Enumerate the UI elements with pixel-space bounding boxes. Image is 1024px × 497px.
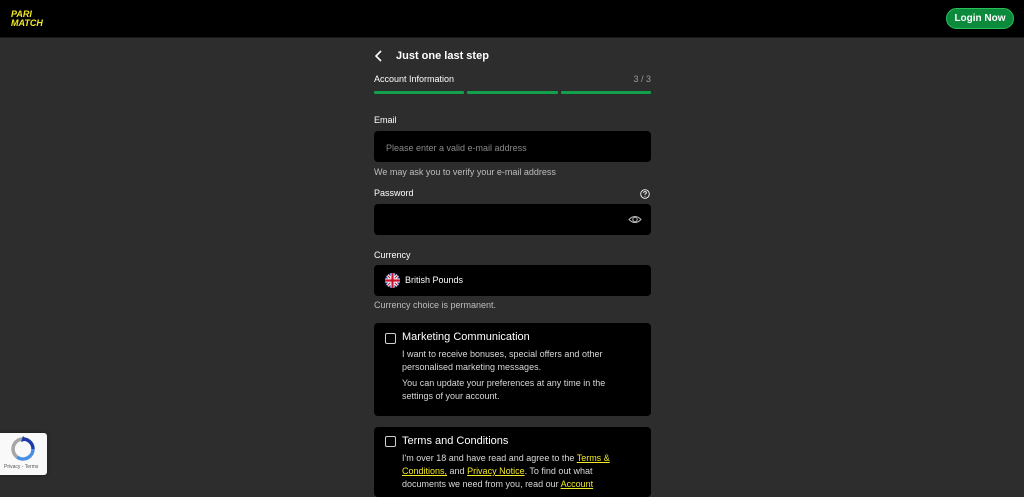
form-header: Just one last step: [374, 49, 651, 63]
progress-bar: [374, 91, 651, 94]
terms-text-pre: I'm over 18 and have read and agree to t…: [402, 453, 577, 463]
account-link[interactable]: Account: [561, 479, 594, 489]
recaptcha-links[interactable]: Privacy - Terms: [4, 464, 38, 470]
uk-flag-icon: [385, 273, 400, 288]
step-indicator: Account Information 3 / 3: [374, 74, 651, 84]
eye-icon[interactable]: [628, 213, 642, 226]
recaptcha-icon: [11, 436, 35, 461]
logo-line2: MATCH: [11, 18, 43, 28]
marketing-text: I want to receive bonuses, special offer…: [402, 349, 603, 372]
email-label: Email: [374, 115, 397, 125]
email-hint: We may ask you to verify your e-mail add…: [374, 167, 556, 177]
marketing-card: Marketing Communication I want to receiv…: [374, 323, 651, 416]
privacy-link[interactable]: Privacy Notice: [467, 466, 525, 476]
password-field[interactable]: [384, 204, 618, 237]
progress-segment: [374, 91, 465, 94]
currency-value: British Pounds: [405, 275, 464, 285]
terms-card: Terms and Conditions I'm over 18 and hav…: [374, 427, 651, 497]
recaptcha-badge[interactable]: Privacy - Terms: [0, 433, 47, 475]
back-arrow-icon[interactable]: [374, 50, 384, 62]
step-count: 3 / 3: [633, 74, 651, 84]
password-label: Password: [374, 188, 414, 198]
marketing-checkbox[interactable]: [385, 333, 396, 344]
terms-text: I'm over 18 and have read and agree to t…: [402, 452, 627, 491]
terms-title: Terms and Conditions: [402, 435, 509, 447]
marketing-title: Marketing Communication: [402, 331, 530, 343]
step-name: Account Information: [374, 74, 455, 84]
email-field[interactable]: [384, 131, 618, 164]
parimatch-logo[interactable]: PARI MATCH: [10, 8, 64, 28]
email-field-container: [374, 131, 651, 164]
registration-form: Just one last step Account Information 3…: [374, 37, 651, 497]
terms-checkbox[interactable]: [385, 436, 396, 447]
top-bar: PARI MATCH Login Now: [0, 0, 1024, 38]
login-button[interactable]: Login Now: [946, 8, 1014, 29]
progress-segment: [467, 91, 558, 94]
currency-label: Currency: [374, 250, 411, 260]
page-title: Just one last step: [396, 50, 489, 62]
currency-select[interactable]: British Pounds: [374, 265, 651, 296]
marketing-preferences-text: You can update your preferences at any t…: [402, 378, 606, 401]
password-field-container: [374, 204, 651, 237]
progress-segment: [560, 91, 651, 94]
help-icon[interactable]: [640, 189, 650, 199]
terms-text-mid: and: [447, 466, 468, 476]
currency-hint: Currency choice is permanent.: [374, 300, 497, 310]
